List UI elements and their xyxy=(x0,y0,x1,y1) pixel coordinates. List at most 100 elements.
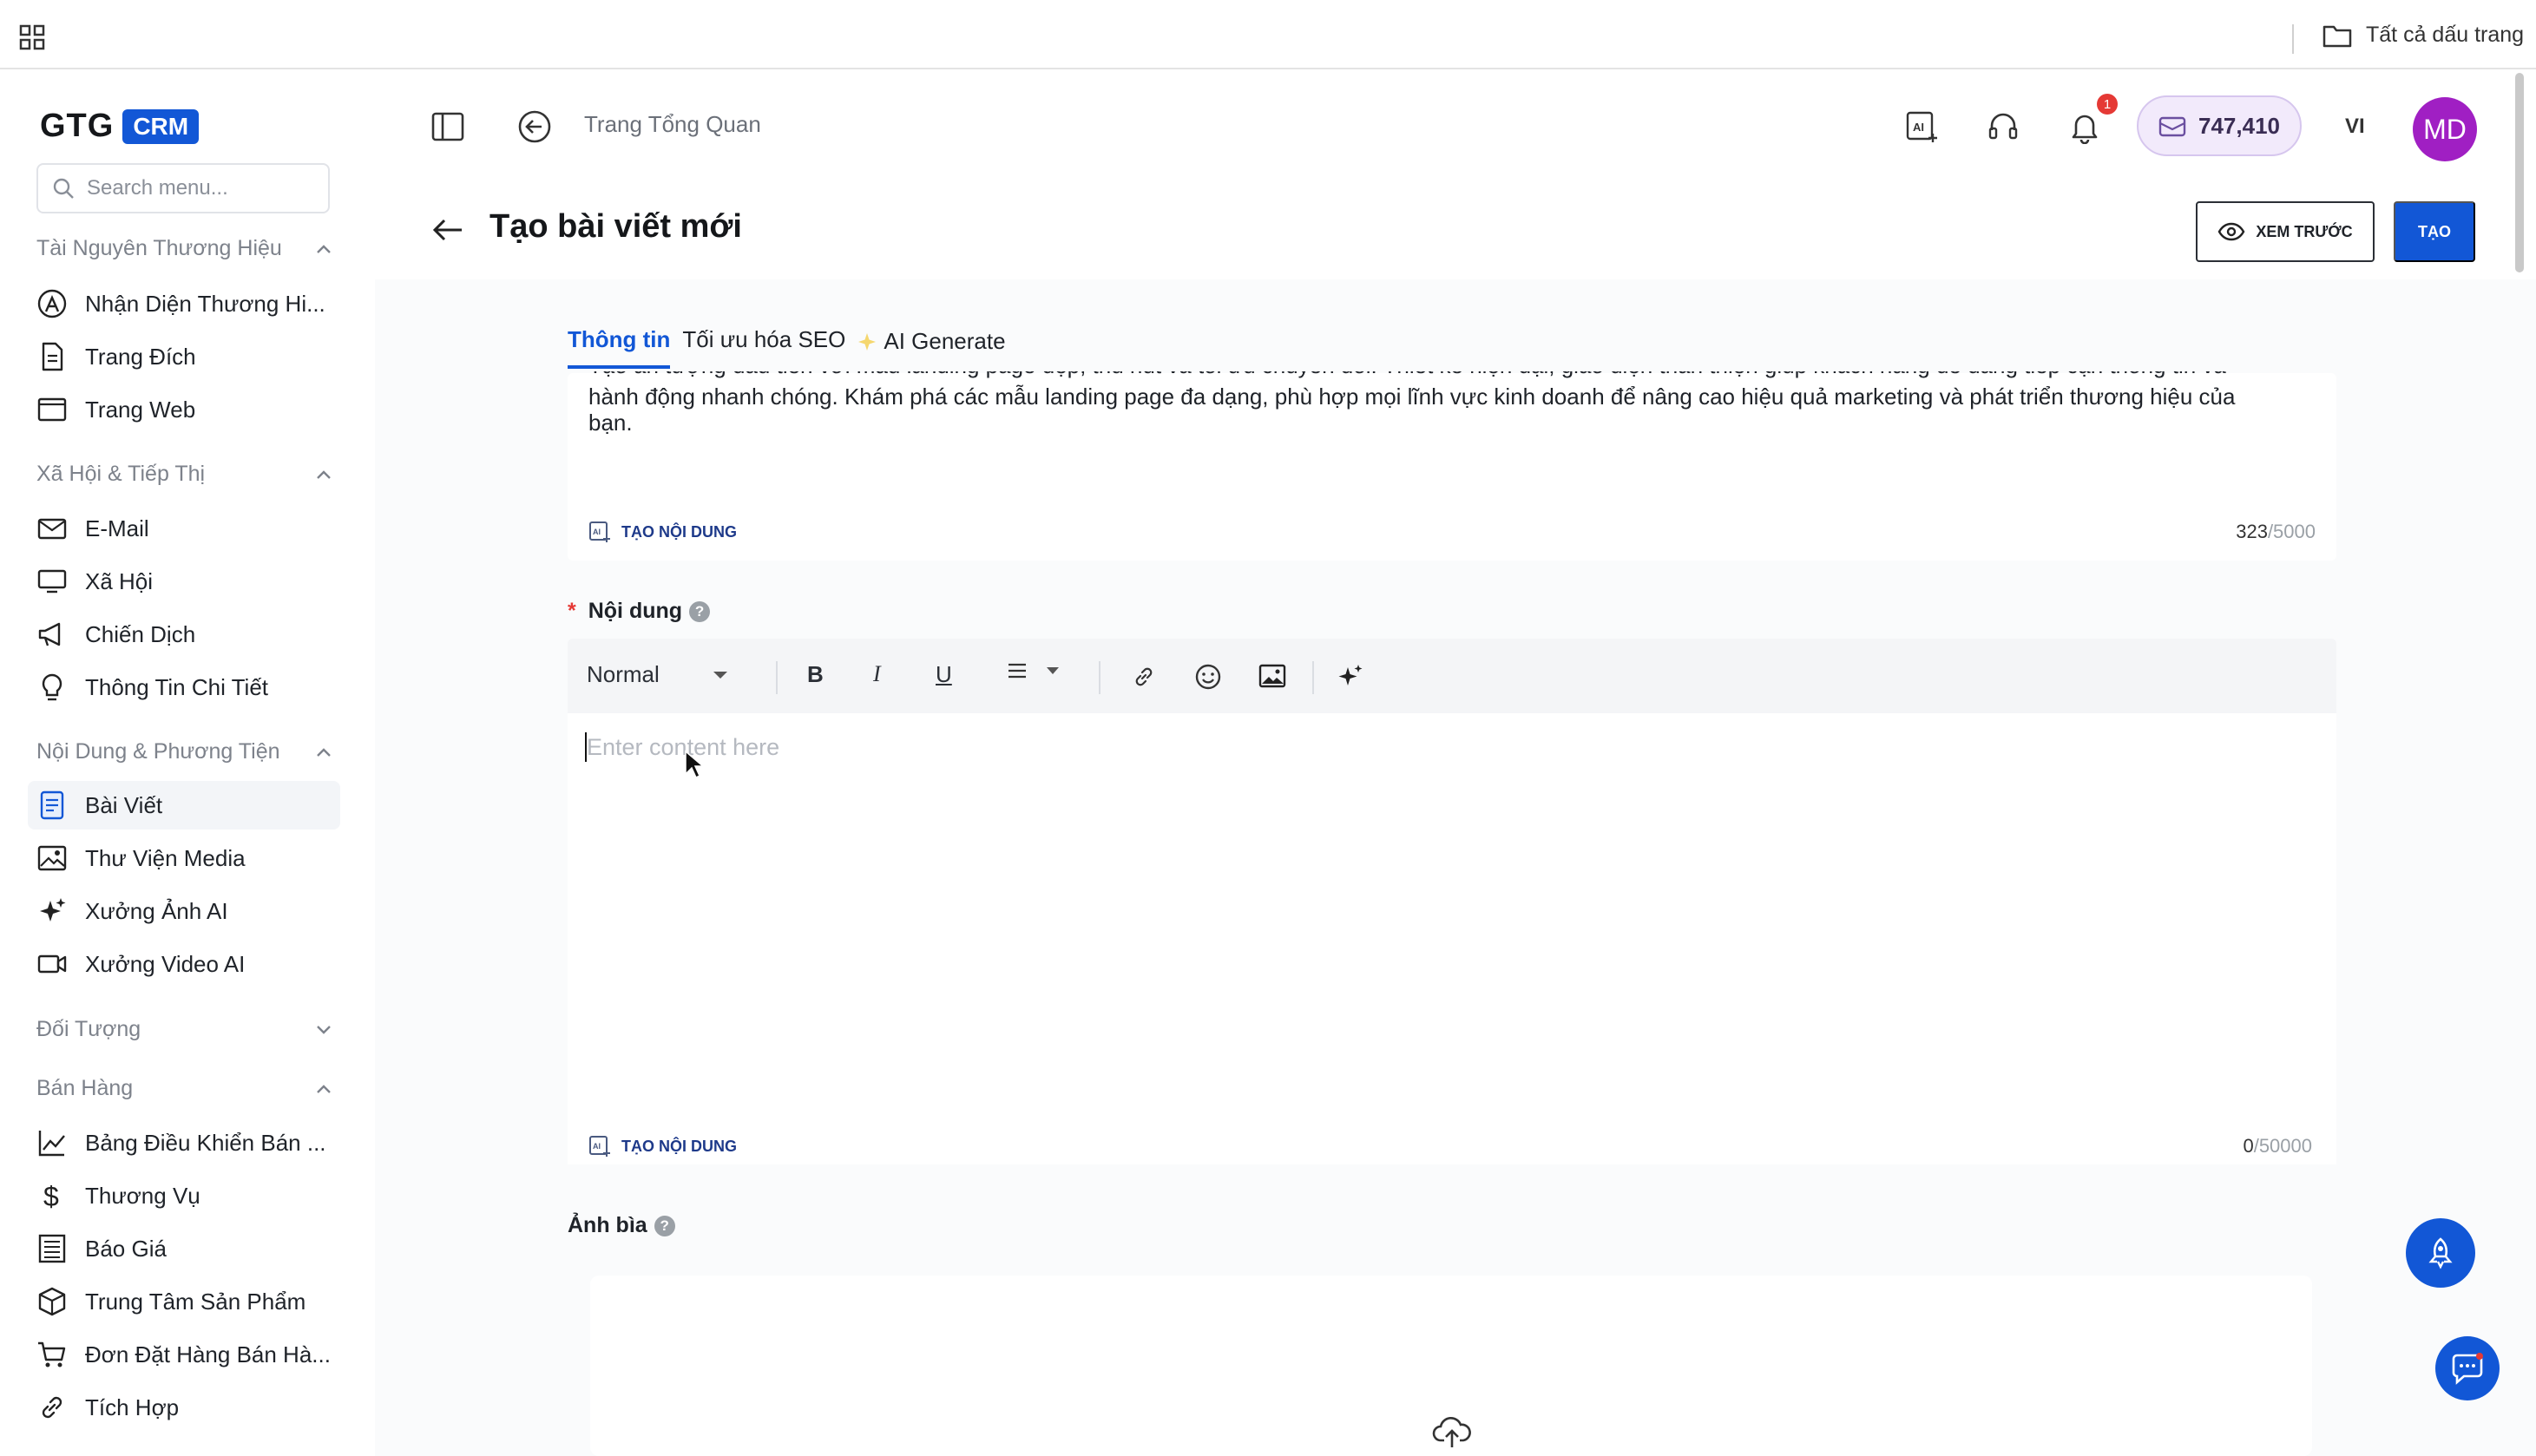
link-icon[interactable] xyxy=(1132,665,1156,689)
sidebar-item-landing-page[interactable]: Trang Đích xyxy=(28,332,340,381)
sidebar-item-sales-orders[interactable]: Đơn Đặt Hàng Bán Hà... xyxy=(28,1330,340,1379)
apps-grid-icon[interactable] xyxy=(19,24,45,50)
ai-sparkle-icon[interactable] xyxy=(1337,663,1364,691)
caret-down-icon xyxy=(713,671,727,679)
help-icon[interactable]: ? xyxy=(654,1215,675,1236)
chat-fab-button[interactable] xyxy=(2435,1336,2500,1400)
preview-button[interactable]: XEM TRƯỚC xyxy=(2196,201,2375,262)
description-counter: 323/5000 xyxy=(2236,521,2316,543)
line-chart-icon xyxy=(38,1131,65,1157)
document-icon xyxy=(42,342,63,371)
format-select[interactable]: Normal xyxy=(587,661,729,688)
sidebar-section-title: Nội Dung & Phương Tiện xyxy=(36,739,280,764)
italic-button[interactable]: I xyxy=(873,661,881,687)
sidebar-item-label: Xưởng Ảnh AI xyxy=(85,897,228,924)
sidebar-item-social[interactable]: Xã Hội xyxy=(28,557,340,606)
folder-icon xyxy=(2322,25,2352,47)
all-bookmarks-button[interactable]: Tất cả dấu trang xyxy=(2322,23,2524,48)
image-gallery-icon xyxy=(37,845,67,871)
chat-bubble-icon xyxy=(2452,1353,2483,1385)
sidebar-item-label: Thư Viện Media xyxy=(85,844,246,871)
sidebar-section-content[interactable]: Nội Dung & Phương Tiện xyxy=(36,739,332,764)
svg-text:$: $ xyxy=(43,1181,59,1211)
balance-value: 747,410 xyxy=(2198,112,2280,139)
help-icon[interactable]: ? xyxy=(689,600,711,622)
chevron-up-icon xyxy=(317,1084,331,1093)
sidebar-section-social[interactable]: Xã Hội & Tiếp Thị xyxy=(36,462,332,487)
sidebar-search-input[interactable]: Search menu... xyxy=(36,163,330,213)
sidebar-item-website[interactable]: Trang Web xyxy=(28,385,340,434)
sidebar-item-media-library[interactable]: Thư Viện Media xyxy=(28,834,340,882)
create-button[interactable]: TẠO xyxy=(2394,201,2475,262)
rocket-fab-button[interactable] xyxy=(2406,1218,2475,1288)
sidebar-item-label: Đơn Đặt Hàng Bán Hà... xyxy=(85,1341,331,1367)
underline-button[interactable]: U xyxy=(936,661,952,688)
balance-pill[interactable]: 747,410 xyxy=(2137,95,2302,156)
description-textarea[interactable]: Tạo ấn tượng đầu tiên với mẫu landing pa… xyxy=(568,371,2336,561)
content-editor[interactable]: Enter content here AI TẠO NỘI DUNG 0/500… xyxy=(568,713,2336,1164)
sidebar-item-deals[interactable]: $ Thương Vụ xyxy=(28,1171,340,1220)
emoji-icon[interactable] xyxy=(1194,663,1222,691)
chevron-up-icon xyxy=(317,469,331,479)
sidebar-section-brand[interactable]: Tài Nguyên Thương Hiệu xyxy=(36,236,332,261)
image-icon[interactable] xyxy=(1258,663,1286,689)
sidebar: GTG CRM Search menu... Tài Nguyên Thương… xyxy=(0,71,361,1456)
sidebar-item-brand-identity[interactable]: Nhận Diện Thương Hi... xyxy=(28,279,340,328)
back-arrow-icon[interactable] xyxy=(430,215,465,245)
avatar[interactable]: MD xyxy=(2413,97,2477,161)
sidebar-item-sales-dashboard[interactable]: Bảng Điều Khiển Bán ... xyxy=(28,1118,340,1167)
generate-description-button[interactable]: AI TẠO NỘI DUNG xyxy=(588,521,737,543)
sidebar-item-quotes[interactable]: Báo Giá xyxy=(28,1224,340,1273)
description-line: hành động nhanh chóng. Khám phá các mẫu … xyxy=(588,384,2236,410)
ai-assistant-icon[interactable]: AI xyxy=(1904,109,1939,144)
toolbar-separator xyxy=(776,661,778,694)
bell-icon[interactable] xyxy=(2067,109,2102,144)
back-circle-icon[interactable] xyxy=(517,109,552,144)
bold-button[interactable]: B xyxy=(807,661,824,688)
content-count: 0 xyxy=(2243,1135,2254,1157)
logo[interactable]: GTG CRM xyxy=(40,108,200,145)
sidebar-item-campaign[interactable]: Chiến Dịch xyxy=(28,610,340,659)
receipt-icon xyxy=(38,1234,66,1263)
logo-badge: CRM xyxy=(122,108,200,144)
description-text: Tạo ấn tượng đầu tiên với mẫu landing pa… xyxy=(588,371,2307,436)
sidebar-section-audience[interactable]: Đối Tượng xyxy=(36,1017,332,1042)
cover-image-dropzone[interactable] xyxy=(590,1276,2312,1456)
sidebar-item-insights[interactable]: Thông Tin Chi Tiết xyxy=(28,663,340,712)
box-icon xyxy=(38,1287,66,1316)
sidebar-item-integrations[interactable]: Tích Hợp xyxy=(28,1383,340,1432)
sidebar-item-posts[interactable]: Bài Viết xyxy=(28,781,340,830)
sidebar-item-ai-video[interactable]: Xưởng Video AI xyxy=(28,940,340,988)
tab-ai-generate[interactable]: AI Generate xyxy=(857,326,1006,369)
page-title-bar: Tạo bài viết mới XEM TRƯỚC TẠO xyxy=(361,184,2536,279)
format-select-value: Normal xyxy=(587,661,660,687)
bookmark-bar: Tất cả dấu trang xyxy=(0,0,2536,69)
megaphone-icon xyxy=(38,622,61,646)
sidebar-section-title: Xã Hội & Tiếp Thị xyxy=(36,462,206,486)
sidebar-item-product-center[interactable]: Trung Tâm Sản Phẩm xyxy=(28,1277,340,1326)
chevron-up-icon xyxy=(317,747,331,757)
sidebar-item-label: Bảng Điều Khiển Bán ... xyxy=(85,1129,326,1156)
generate-description-label: TẠO NỘI DUNG xyxy=(621,522,737,541)
description-max: /5000 xyxy=(2267,521,2316,542)
sidebar-section-sales[interactable]: Bán Hàng xyxy=(36,1076,332,1101)
wallet-icon xyxy=(2158,116,2186,137)
sidebar-item-ai-image[interactable]: Xưởng Ảnh AI xyxy=(28,887,340,935)
sidebar-toggle-icon[interactable] xyxy=(430,111,465,142)
scrollbar-thumb[interactable] xyxy=(2515,73,2524,272)
language-switch[interactable]: VI xyxy=(2345,115,2365,139)
tab-info[interactable]: Thông tin xyxy=(568,326,671,369)
generate-content-button[interactable]: AI TẠO NỘI DUNG xyxy=(588,1135,737,1158)
tab-seo[interactable]: Tối ưu hóa SEO xyxy=(682,326,845,369)
svg-text:AI: AI xyxy=(593,1142,601,1151)
page-scrollbar[interactable] xyxy=(2515,73,2527,1453)
ai-generate-icon: AI xyxy=(589,1136,610,1157)
bookmark-divider xyxy=(2292,24,2294,54)
breadcrumb[interactable]: Trang Tổng Quan xyxy=(584,111,761,138)
sidebar-search-placeholder: Search menu... xyxy=(87,176,228,200)
headset-icon[interactable] xyxy=(1986,109,2020,144)
align-select[interactable] xyxy=(1007,661,1061,680)
sidebar-item-label: Tích Hợp xyxy=(85,1394,180,1420)
sidebar-item-email[interactable]: E-Mail xyxy=(28,504,340,553)
sidebar-item-label: Trang Đích xyxy=(85,343,196,370)
